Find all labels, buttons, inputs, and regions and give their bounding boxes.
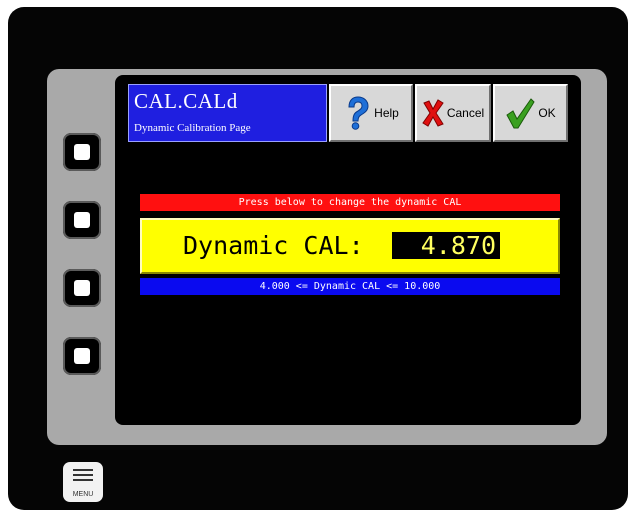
soft-key-1-face [74,144,90,160]
help-button[interactable]: Help [329,84,413,142]
page-subtitle: Dynamic Calibration Page [134,122,251,134]
instruction-bar: Press below to change the dynamic CAL [140,194,560,211]
cancel-button-label: Cancel [446,106,485,120]
question-mark-icon [348,96,369,130]
soft-key-4-face [74,348,90,364]
soft-key-3[interactable] [63,269,101,307]
checkmark-icon [506,98,535,129]
dynamic-cal-value: 4.870 [392,232,500,259]
help-button-label: Help [374,106,399,120]
soft-key-3-face [74,280,90,296]
soft-key-4[interactable] [63,337,101,375]
page-title-box: CAL.CALd Dynamic Calibration Page [128,84,327,142]
dynamic-cal-field[interactable]: Dynamic CAL: 4.870 [140,218,560,274]
ok-button-label: OK [538,106,556,120]
x-mark-icon [422,99,444,127]
dynamic-cal-label: Dynamic CAL: [183,231,364,260]
ok-button[interactable]: OK [493,84,568,142]
soft-key-1[interactable] [63,133,101,171]
menu-button-label: MENU [72,491,94,498]
range-hint: 4.000 <= Dynamic CAL <= 10.000 [140,278,560,295]
menu-button[interactable]: MENU [63,462,103,502]
display-screen: CAL.CALd Dynamic Calibration Page Help C… [115,75,581,425]
page-title: CAL.CALd [134,89,238,113]
soft-key-2-face [74,212,90,228]
soft-key-2[interactable] [63,201,101,239]
cancel-button[interactable]: Cancel [415,84,491,142]
menu-lines-icon [73,469,93,481]
